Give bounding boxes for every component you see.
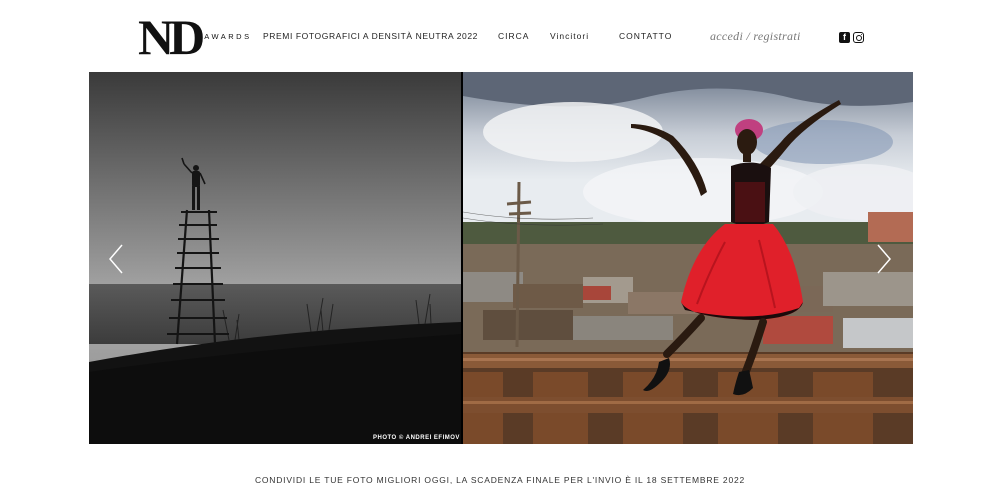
nav-item-vincitori[interactable]: Vincitori [550,31,589,41]
register-link[interactable]: registrati [753,29,800,43]
image-slider: PHOTO © ANDREI EFIMOV [89,72,913,444]
photo-credit: PHOTO © ANDREI EFIMOV [373,435,460,441]
site-tagline: PREMI FOTOGRAFICI A DENSITÀ NEUTRA 2022 [263,31,479,41]
nd-awards-logo[interactable]: ND AWARDS [138,9,252,65]
chevron-right-icon[interactable] [875,242,893,276]
login-links: accedi / registrati [710,29,801,44]
slide-photo-dancer [463,72,913,444]
instagram-icon[interactable] [853,32,864,43]
logo-sub-text: AWARDS [204,32,252,41]
logo-main-text: ND [138,9,205,65]
chevron-left-icon[interactable] [107,242,125,276]
facebook-icon[interactable]: f [839,32,850,43]
submission-deadline-announcement: CONDIVIDI LE TUE FOTO MIGLIORI OGGI, LA … [254,475,746,485]
nav-item-circa[interactable]: CIRCA [498,31,529,41]
login-separator: / [743,29,754,43]
login-link[interactable]: accedi [710,29,743,43]
nav-item-contatto[interactable]: CONTATTO [619,31,672,41]
slide-photo-ladder [89,72,461,444]
site-header: ND AWARDS PREMI FOTOGRAFICI A DENSITÀ NE… [0,0,1000,72]
